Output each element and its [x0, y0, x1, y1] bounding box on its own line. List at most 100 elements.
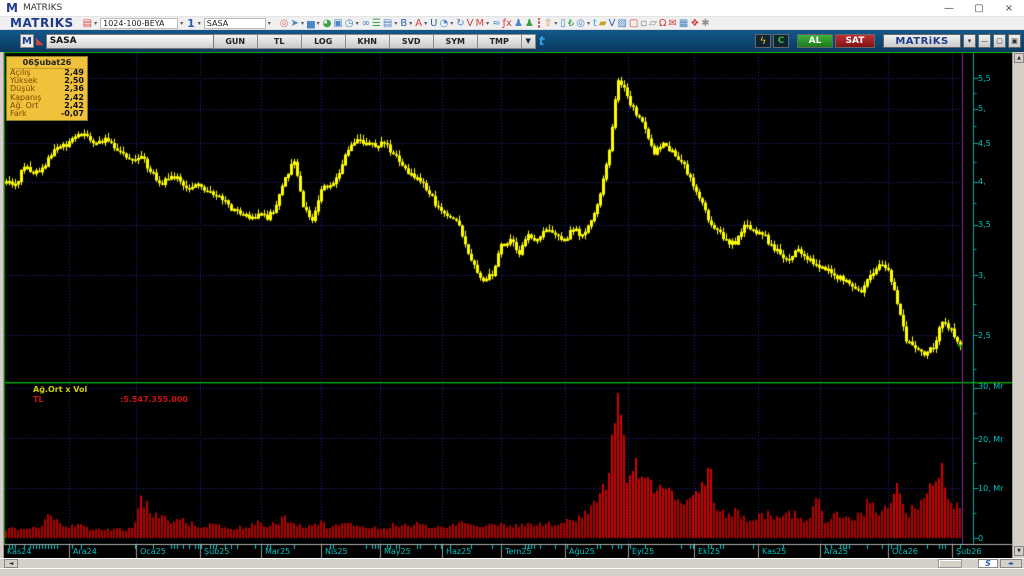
- time-axis-label: Oca26: [892, 547, 918, 556]
- toolbar-icon[interactable]: ♟: [514, 18, 523, 29]
- chart-horizontal-scrollbar[interactable]: ◄ S ◂▸: [0, 558, 1024, 568]
- toolbar-icon[interactable]: ◎: [576, 18, 585, 29]
- time-axis-label: Haz25: [446, 547, 472, 556]
- dropdown-caret-icon[interactable]: ▾: [301, 20, 304, 27]
- save-icon[interactable]: ▤: [83, 18, 92, 29]
- window-control-button[interactable]: ×: [994, 3, 1024, 14]
- toolbar-icon[interactable]: ❖: [690, 18, 699, 29]
- toolbar-icon[interactable]: V: [467, 18, 474, 29]
- chart-dropdown-icon[interactable]: ▼: [521, 33, 536, 49]
- chart-window-button[interactable]: ▣: [1008, 34, 1021, 48]
- infobox-row: Fark -0,07: [10, 109, 84, 118]
- chart-window-button[interactable]: ▾: [963, 34, 976, 48]
- toolbar-icon[interactable]: ▅: [307, 18, 315, 29]
- chart-symbol-field[interactable]: SASA: [45, 33, 214, 49]
- chart-toolbar-button[interactable]: TL: [257, 33, 302, 49]
- toolbar-icon[interactable]: ✱: [701, 18, 709, 29]
- toolbar-icon[interactable]: ▧: [617, 18, 626, 29]
- screen-number-select[interactable]: 1: [187, 17, 195, 29]
- save-caret-icon[interactable]: ▾: [94, 20, 97, 27]
- dropdown-caret-icon[interactable]: ▾: [394, 20, 397, 27]
- chart-vertical-scrollbar[interactable]: ▲ ▼: [1012, 52, 1024, 558]
- chart-toolbar-buttons: GUN TL LOG KHN SVD SYM TMP: [213, 33, 522, 49]
- toolbar-icon[interactable]: ∞: [362, 18, 370, 29]
- toolbar-icon[interactable]: ☰: [372, 18, 381, 29]
- dropdown-caret-icon[interactable]: ▾: [587, 20, 590, 27]
- chart-toolbar-button[interactable]: SVD: [389, 33, 434, 49]
- toolbar-icon[interactable]: ♟: [525, 18, 534, 29]
- price-volume-canvas[interactable]: [0, 52, 1024, 558]
- dropdown-caret-icon[interactable]: ▾: [356, 20, 359, 27]
- twitter-icon[interactable]: t: [539, 34, 545, 48]
- volume-tl-value: :5.547.355.000: [120, 395, 188, 404]
- lightning-icon[interactable]: ϟ: [755, 34, 771, 48]
- toolbar-icon[interactable]: A: [415, 18, 422, 29]
- time-axis-label: Eyl25: [632, 547, 655, 556]
- toolbar-icon[interactable]: ◷: [345, 18, 354, 29]
- chart-toolbar-button[interactable]: SYM: [433, 33, 478, 49]
- symbol-caret-icon[interactable]: ▾: [268, 20, 271, 27]
- bar-navigate-button[interactable]: ◂▸: [1000, 559, 1022, 568]
- toolbar-icon[interactable]: ➤: [291, 18, 299, 29]
- chart-toolbar-button[interactable]: KHN: [345, 33, 390, 49]
- toolbar-icon[interactable]: ƒx: [503, 18, 512, 29]
- toolbar-icon[interactable]: ⇧: [544, 18, 552, 29]
- sell-button[interactable]: SAT: [835, 34, 875, 48]
- window-bottom-frame: [0, 568, 1024, 576]
- toolbar-icon[interactable]: V: [609, 18, 616, 29]
- dropdown-caret-icon[interactable]: ▾: [409, 20, 412, 27]
- screen-caret-icon[interactable]: ▾: [198, 20, 201, 27]
- refresh-c-icon[interactable]: C: [773, 34, 789, 48]
- toolbar-icon[interactable]: U: [430, 18, 437, 29]
- toolbar-icon[interactable]: M: [475, 18, 484, 29]
- toolbar-icon[interactable]: ◎: [280, 18, 289, 29]
- toolbar-icon[interactable]: ▫: [640, 18, 647, 29]
- toolbar-icon[interactable]: ▣: [333, 18, 342, 29]
- dropdown-caret-icon[interactable]: ▾: [486, 20, 489, 27]
- chart-window-button[interactable]: —: [978, 34, 991, 48]
- chart-left-frame: [0, 52, 4, 558]
- dropdown-caret-icon[interactable]: ▾: [424, 20, 427, 27]
- scroll-down-icon[interactable]: ▼: [1014, 546, 1024, 556]
- toolbar-icon[interactable]: ▦: [679, 18, 688, 29]
- chart-toolbar-button[interactable]: GUN: [213, 33, 258, 49]
- layout-caret-icon[interactable]: ▾: [180, 20, 183, 27]
- layout-select[interactable]: 1024-100-BEYA: [100, 17, 179, 29]
- toolbar-icon[interactable]: ▯: [560, 18, 566, 29]
- toolbar-icon[interactable]: ▱: [649, 18, 657, 29]
- toolbar-icon[interactable]: ✉: [668, 18, 676, 29]
- toolbar-icon[interactable]: B: [400, 18, 407, 29]
- toolbar-icon[interactable]: ▢: [629, 18, 638, 29]
- toolbar-icon[interactable]: Ω: [659, 18, 667, 29]
- toolbar-icon[interactable]: t: [593, 18, 597, 29]
- time-axis-label: Kas25: [762, 547, 787, 556]
- toolbar-icon[interactable]: ┇: [536, 18, 542, 29]
- toolbar-icon[interactable]: ▤: [383, 18, 392, 29]
- scroll-up-icon[interactable]: ▲: [1014, 53, 1024, 63]
- dropdown-caret-icon[interactable]: ▾: [317, 20, 320, 27]
- toolbar-icon[interactable]: ◕: [323, 18, 332, 29]
- price-axis-label: 4,: [978, 177, 986, 186]
- buy-button[interactable]: AL: [797, 34, 833, 48]
- matriks-m-logo-icon: M: [6, 1, 18, 15]
- chart-window-button[interactable]: ▢: [993, 34, 1006, 48]
- chart-toolbar-button[interactable]: LOG: [301, 33, 346, 49]
- scrollbar-thumb[interactable]: [938, 559, 962, 568]
- symbol-search-input[interactable]: SASA: [203, 17, 266, 29]
- chart-m-badge-icon: M: [20, 34, 34, 48]
- chart-toolbar-button[interactable]: TMP: [477, 33, 522, 49]
- dropdown-caret-icon[interactable]: ▾: [450, 20, 453, 27]
- chart-brand-label: MATRiKS: [883, 34, 961, 48]
- toolbar-icon[interactable]: ▰: [599, 18, 607, 29]
- window-control-button[interactable]: ▢: [964, 3, 994, 14]
- toolbar-icon[interactable]: ₺: [568, 18, 574, 29]
- dropdown-caret-icon[interactable]: ▾: [554, 20, 557, 27]
- toolbar-icon[interactable]: ↻: [456, 18, 464, 29]
- matriks-swirl-button[interactable]: S: [978, 559, 998, 568]
- scroll-left-icon[interactable]: ◄: [4, 559, 18, 568]
- chart-area: 06Şubat26 Açılış 2,49 Yüksek 2,50 Düşük: [0, 52, 1024, 558]
- main-toolbar: MATRİKS ▤ ▾ 1024-100-BEYA ▾ 1 ▾ SASA ▾ ◎…: [0, 17, 1024, 30]
- toolbar-icon[interactable]: ◔: [439, 18, 448, 29]
- window-control-button[interactable]: —: [934, 3, 964, 14]
- toolbar-icon[interactable]: ≈: [492, 18, 500, 29]
